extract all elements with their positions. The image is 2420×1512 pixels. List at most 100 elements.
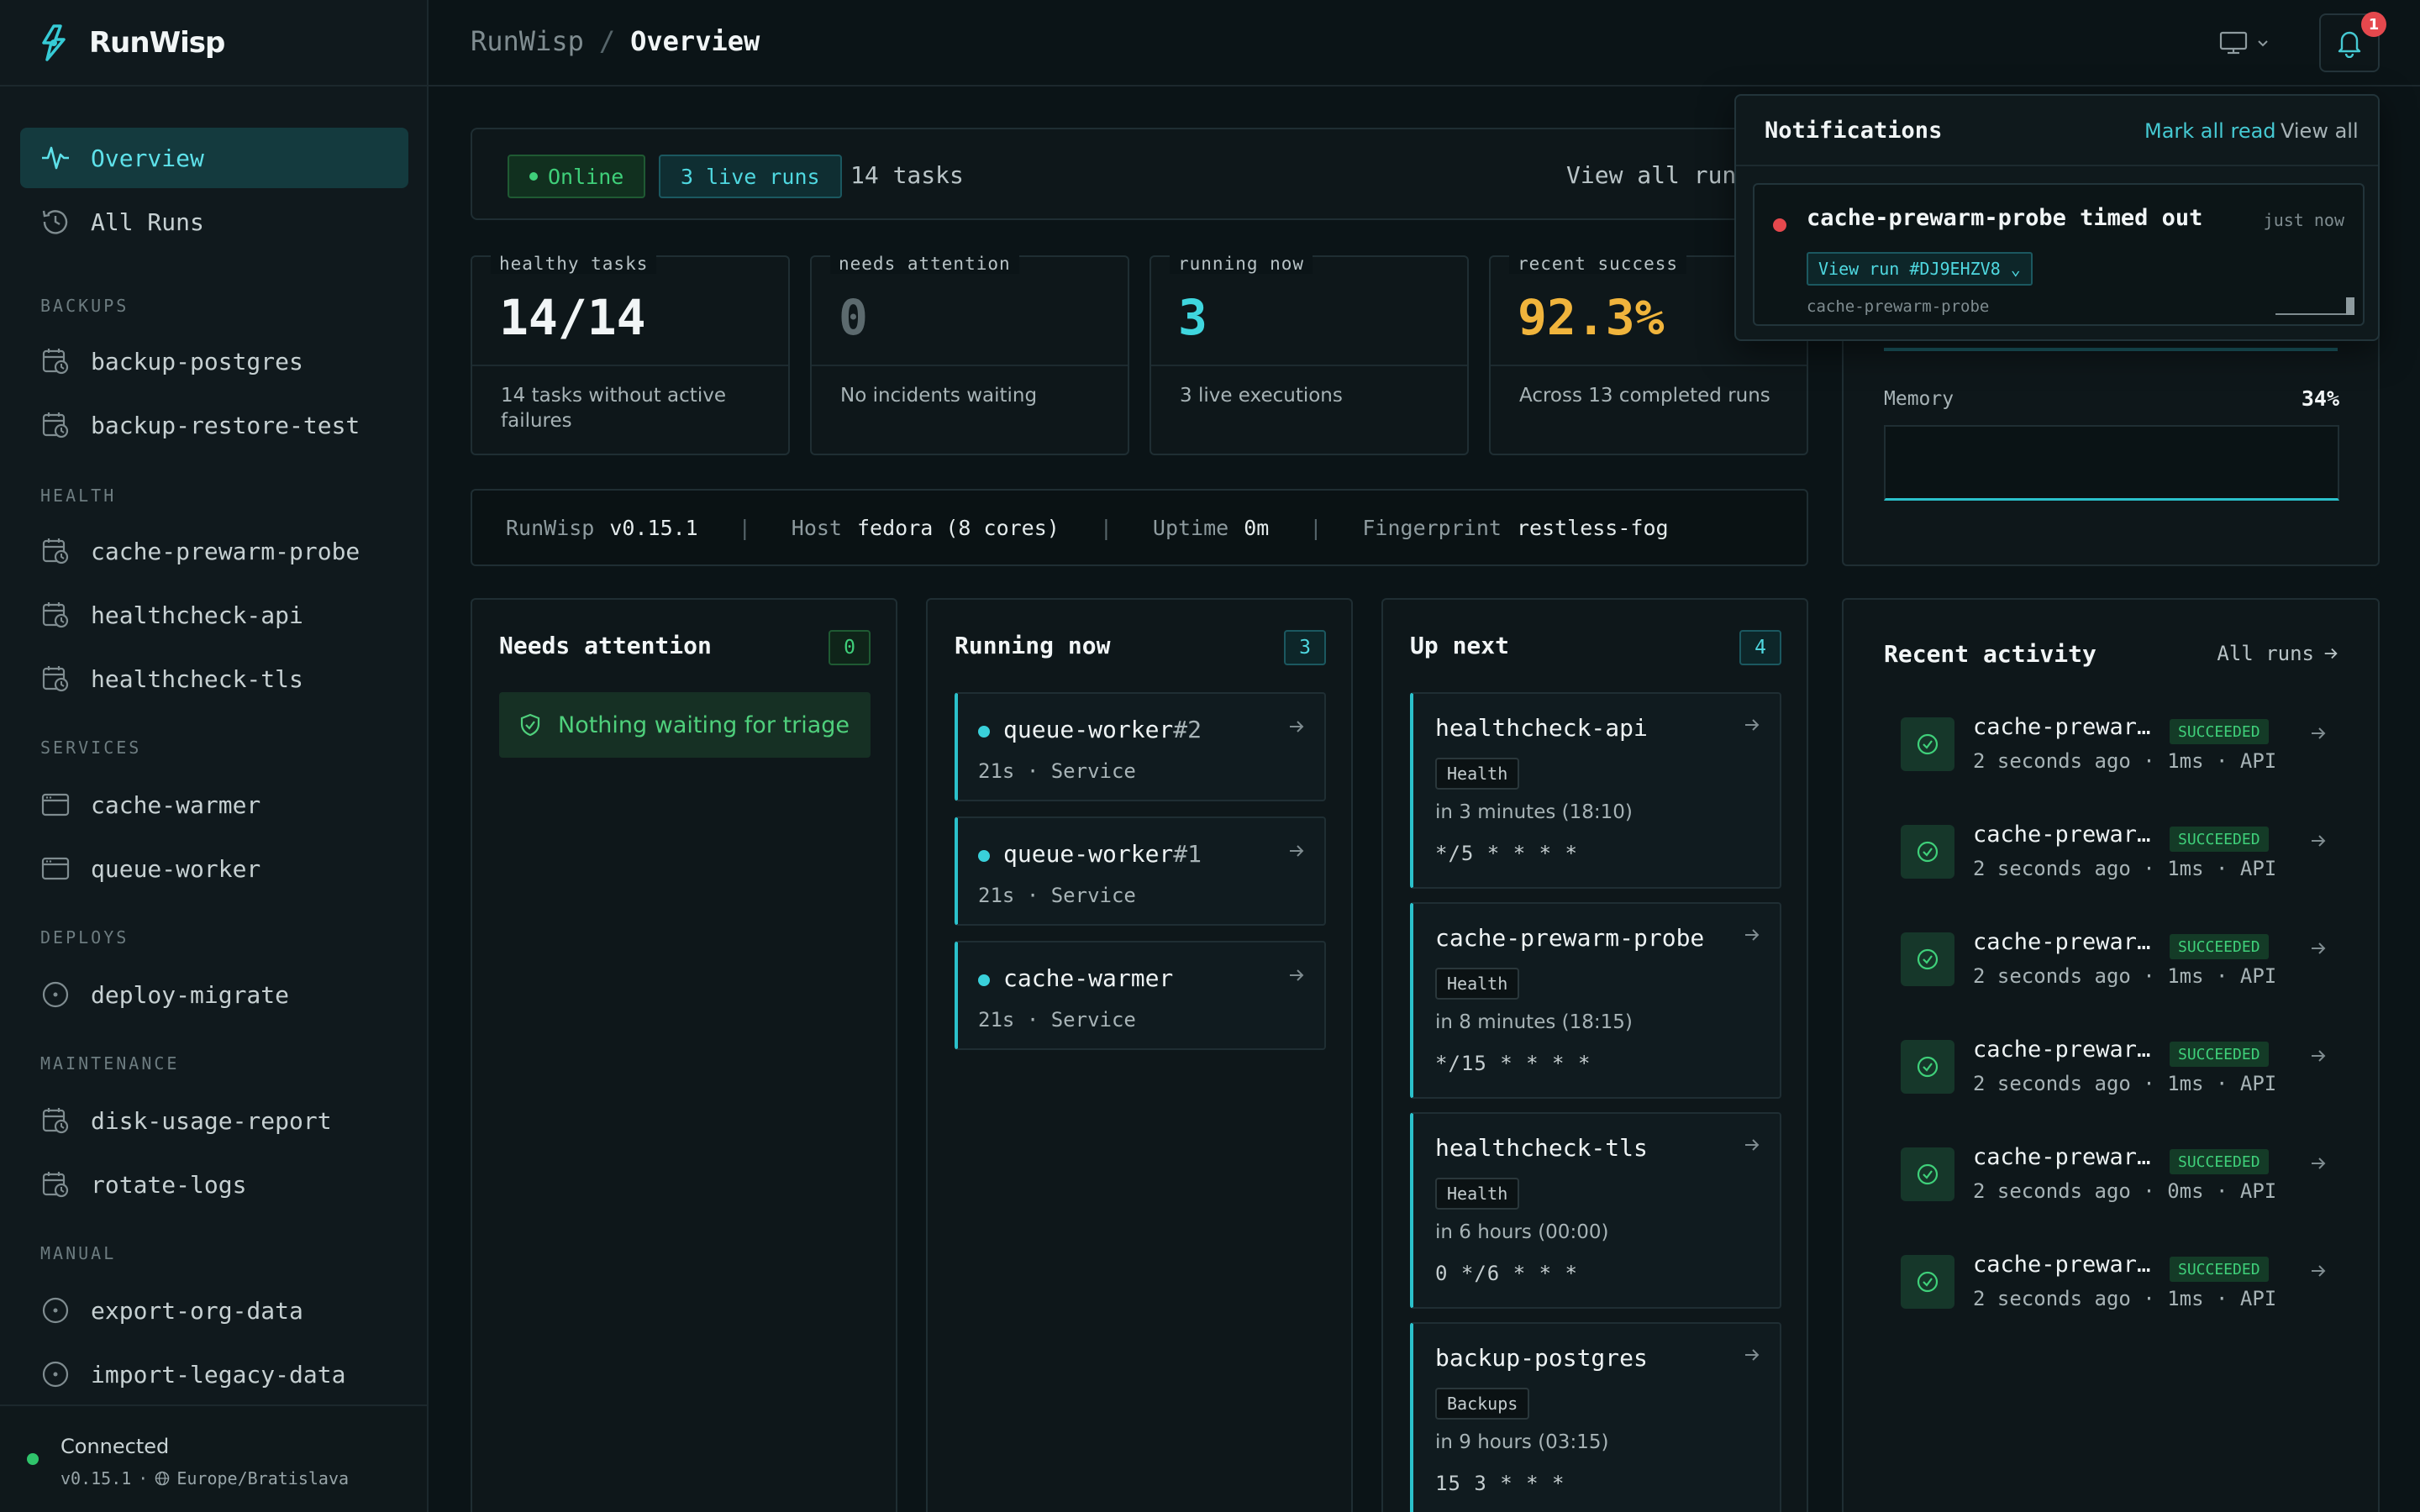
section-services: SERVICES	[40, 738, 142, 758]
activity-row[interactable]: cache-prewarm-probe SUCCEEDED 2 seconds …	[1901, 1139, 2338, 1220]
arrow-right-icon	[1290, 721, 1304, 732]
nav-disk-usage-report[interactable]: disk-usage-report	[20, 1090, 408, 1151]
nav-label: deploy-migrate	[91, 980, 290, 1009]
arrow-right-icon	[1745, 929, 1760, 941]
nav-cache-warmer[interactable]: cache-warmer	[20, 774, 408, 835]
nav-label: import-legacy-data	[91, 1360, 346, 1389]
status-strip: Online 3 live runs 14 tasks View all run…	[471, 128, 1808, 220]
arrow-right-icon	[2312, 1050, 2326, 1062]
nav-backup-restore-test[interactable]: backup-restore-test	[20, 395, 408, 455]
activity-row[interactable]: cache-prewarm-probe SUCCEEDED 2 seconds …	[1901, 709, 2338, 790]
view-all-notifications-link[interactable]: View all	[2281, 119, 2359, 143]
stat-divider	[812, 365, 1128, 366]
empty-state-text: Nothing waiting for triage	[558, 711, 850, 738]
connection-label: Connected	[60, 1435, 170, 1458]
nav-healthcheck-tls[interactable]: healthcheck-tls	[20, 648, 408, 709]
page-title: Overview	[630, 25, 760, 57]
stat-description: 3 live executions	[1180, 385, 1343, 407]
runwisp-logo-icon	[42, 24, 66, 61]
status-badge: SUCCEEDED	[2170, 934, 2269, 959]
task-name: backup-postgres	[1435, 1344, 1648, 1372]
view-run-button[interactable]: View run #DJ9EHZV8 ⌄	[1807, 252, 2033, 286]
meta-dot: ·	[1026, 1008, 1039, 1032]
nav-backup-postgres[interactable]: backup-postgres	[20, 331, 408, 391]
circle-dot-icon	[42, 1297, 69, 1324]
up-next-item[interactable]: backup-postgres Backups in 9 hours (03:1…	[1410, 1322, 1781, 1512]
nav-label: rotate-logs	[91, 1170, 247, 1199]
running-item[interactable]: queue-worker#1 21s · Service	[955, 816, 1326, 926]
notification-item[interactable]: cache-prewarm-probe timed out just now V…	[1753, 183, 2365, 326]
running-item[interactable]: cache-warmer 21s · Service	[955, 941, 1326, 1050]
success-check-icon	[1901, 1255, 1954, 1309]
arrow-right-icon	[2312, 727, 2326, 739]
nav-export-org-data[interactable]: export-org-data	[20, 1280, 408, 1341]
task-name: healthcheck-api	[1435, 714, 1648, 742]
up-next-item[interactable]: healthcheck-tls Health in 6 hours (00:00…	[1410, 1112, 1781, 1309]
calendar-clock-icon	[42, 1172, 69, 1198]
cron-expression: 15 3 * * *	[1435, 1472, 1565, 1495]
stat-healthy-tasks: healthy tasks 14/14 14 tasks without act…	[471, 254, 790, 455]
stat-description: 14 tasks without active failures	[501, 385, 726, 432]
task-name: healthcheck-tls	[1435, 1134, 1648, 1162]
connection-status: Connected v0.15.1 · Europe/Bratislava	[0, 1404, 427, 1512]
notification-source: cache-prewarm-probe	[1807, 297, 1990, 316]
up-next-item[interactable]: healthcheck-api Health in 3 minutes (18:…	[1410, 692, 1781, 889]
meta-separator: ·	[138, 1468, 149, 1488]
shield-check-icon	[520, 713, 540, 737]
notifications-button[interactable]: 1	[2319, 12, 2386, 72]
nav-cache-prewarm-probe[interactable]: cache-prewarm-probe	[20, 521, 408, 581]
arrow-right-icon	[1290, 845, 1304, 857]
nav-healthcheck-api[interactable]: healthcheck-api	[20, 585, 408, 645]
host-value: fedora (8 cores)	[857, 515, 1060, 540]
next-run-time: in 8 minutes (18:15)	[1435, 1011, 1633, 1033]
mark-all-read-button[interactable]: Mark all read	[2144, 119, 2276, 143]
status-badge: SUCCEEDED	[2170, 827, 2269, 852]
view-all-runs-link[interactable]: View all runs	[1566, 161, 1750, 189]
task-name: queue-worker	[1003, 716, 1174, 743]
breadcrumb-separator: /	[598, 25, 616, 57]
up-next-item[interactable]: cache-prewarm-probe Health in 8 minutes …	[1410, 902, 1781, 1099]
activity-row[interactable]: cache-prewarm-probe SUCCEEDED 2 seconds …	[1901, 924, 2338, 1005]
stat-description: No incidents waiting	[840, 385, 1038, 407]
online-label: Online	[548, 164, 624, 189]
all-runs-link[interactable]: All runs	[2217, 642, 2339, 665]
nav-label: Overview	[91, 144, 204, 172]
fingerprint-value: restless-fog	[1516, 515, 1669, 540]
nav-overview[interactable]: Overview	[20, 128, 408, 188]
status-badge: SUCCEEDED	[2170, 1149, 2269, 1174]
stat-value: 14/14	[499, 289, 646, 346]
display-mode-button[interactable]	[2218, 24, 2286, 62]
activity-task-name: cache-prewarm-probe	[1973, 1252, 2160, 1278]
chevron-down-icon	[2258, 40, 2268, 47]
memory-value: 34%	[2301, 386, 2339, 411]
activity-task-name: cache-prewarm-probe	[1973, 1144, 2160, 1170]
nav-import-legacy-data[interactable]: import-legacy-data	[20, 1344, 408, 1404]
circle-dot-icon	[42, 1361, 69, 1388]
nav-label: export-org-data	[91, 1296, 303, 1325]
running-now-count: 3	[1284, 630, 1326, 665]
instance-suffix: #1	[1173, 840, 1202, 868]
activity-row[interactable]: cache-prewarm-probe SUCCEEDED 2 seconds …	[1901, 1032, 2338, 1112]
running-item-meta: 21s · Service	[978, 1008, 1136, 1032]
up-next-count: 4	[1739, 630, 1781, 665]
running-item-name: queue-worker#2	[1003, 716, 1202, 743]
connected-dot-icon	[27, 1453, 39, 1465]
nav-deploy-migrate[interactable]: deploy-migrate	[20, 964, 408, 1025]
next-run-time: in 9 hours (03:15)	[1435, 1431, 1609, 1453]
nav-all-runs[interactable]: All Runs	[20, 192, 408, 252]
brand[interactable]: RunWisp	[0, 0, 427, 87]
nav-rotate-logs[interactable]: rotate-logs	[20, 1154, 408, 1215]
next-run-time: in 3 minutes (18:10)	[1435, 801, 1633, 823]
breadcrumb-root[interactable]: RunWisp	[471, 25, 584, 57]
live-runs-pill[interactable]: 3 live runs	[659, 155, 842, 198]
arrow-right-icon	[1745, 1349, 1760, 1361]
kind: Service	[1050, 884, 1136, 907]
activity-row[interactable]: cache-prewarm-probe SUCCEEDED 2 seconds …	[1901, 816, 2338, 897]
duration: 21s	[978, 759, 1015, 783]
activity-row[interactable]: cache-prewarm-probe SUCCEEDED 2 seconds …	[1901, 1247, 2338, 1327]
running-item[interactable]: queue-worker#2 21s · Service	[955, 692, 1326, 801]
section-deploys: DEPLOYS	[40, 927, 129, 948]
nav-queue-worker[interactable]: queue-worker	[20, 838, 408, 899]
window-icon	[41, 857, 70, 880]
stat-label: running now	[1170, 254, 1313, 274]
